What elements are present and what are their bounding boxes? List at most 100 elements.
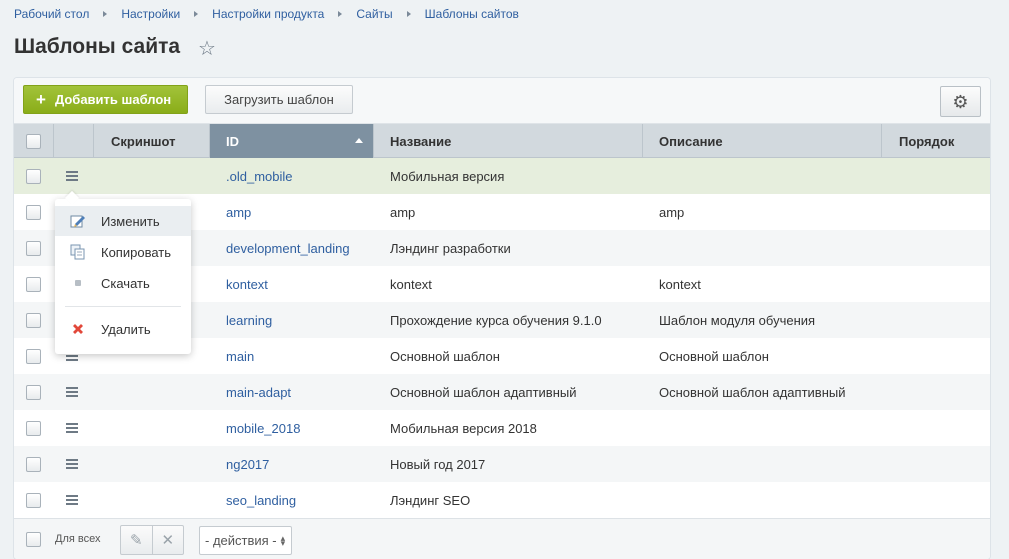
breadcrumb-settings[interactable]: Настройки bbox=[121, 7, 180, 21]
close-icon[interactable]: ✕ bbox=[153, 526, 184, 554]
table-footer: Для всех ✎ ✕ - действия - ▴ ▾ bbox=[14, 518, 990, 559]
hamburger-menu-icon[interactable] bbox=[66, 171, 78, 181]
row-checkbox[interactable] bbox=[26, 312, 41, 328]
gear-icon: ⚙ bbox=[952, 91, 969, 112]
row-checkbox-cell bbox=[26, 266, 41, 302]
row-name: kontext bbox=[390, 276, 432, 292]
row-checkbox-cell bbox=[26, 158, 41, 194]
edit-icon bbox=[55, 214, 101, 228]
menu-item-download-label: Скачать bbox=[101, 275, 150, 291]
header-name[interactable]: Название bbox=[374, 124, 643, 158]
header-checkbox-cell bbox=[14, 124, 54, 158]
header-screenshot[interactable]: Скриншот bbox=[94, 124, 210, 158]
menu-item-download[interactable]: Скачать bbox=[55, 268, 191, 298]
breadcrumb: Рабочий стол Настройки Настройки продукт… bbox=[14, 7, 519, 21]
for-all-checkbox[interactable] bbox=[26, 532, 41, 547]
row-description: Шаблон модуля обучения bbox=[659, 312, 816, 328]
row-context-menu: Изменить Копировать Скачать Удалить bbox=[55, 199, 191, 354]
row-checkbox-cell bbox=[26, 338, 41, 374]
star-icon[interactable]: ☆ bbox=[198, 38, 216, 60]
table-row[interactable]: ng2017 Новый год 2017 bbox=[14, 446, 990, 482]
table-row[interactable]: main-adapt Основной шаблон адаптивный Осно… bbox=[14, 374, 990, 410]
header-id[interactable]: ID bbox=[210, 124, 374, 158]
row-checkbox-cell bbox=[26, 302, 41, 338]
hamburger-menu-icon[interactable] bbox=[66, 459, 78, 469]
row-checkbox[interactable] bbox=[26, 240, 41, 256]
table-row[interactable]: .old_mobile Мобильная версия bbox=[14, 158, 990, 194]
hamburger-menu-icon[interactable] bbox=[66, 387, 78, 397]
row-id[interactable]: development_landing bbox=[226, 230, 350, 266]
group-edit-buttons: ✎ ✕ bbox=[120, 525, 184, 555]
select-arrows-icon: ▴ ▾ bbox=[280, 532, 286, 548]
menu-item-delete[interactable]: Удалить bbox=[55, 314, 191, 344]
row-name: Новый год 2017 bbox=[390, 456, 486, 472]
page-title: Шаблоны сайта bbox=[14, 35, 181, 58]
row-actions-cell bbox=[66, 158, 78, 194]
row-checkbox[interactable] bbox=[26, 276, 41, 292]
row-actions-cell bbox=[66, 446, 78, 482]
row-id[interactable]: main bbox=[226, 338, 254, 374]
breadcrumb-separator-icon bbox=[103, 11, 108, 17]
row-name: Прохождение курса обучения 9.1.0 bbox=[390, 312, 602, 328]
row-id[interactable]: ng2017 bbox=[226, 446, 269, 482]
toolbar: + Добавить шаблон Загрузить шаблон ⚙ bbox=[14, 78, 990, 124]
row-id[interactable]: seo_landing bbox=[226, 482, 296, 518]
plus-icon: + bbox=[36, 90, 46, 109]
breadcrumb-separator-icon bbox=[338, 11, 343, 17]
breadcrumb-site-templates[interactable]: Шаблоны сайтов bbox=[425, 7, 519, 21]
row-id[interactable]: mobile_2018 bbox=[226, 410, 300, 446]
breadcrumb-product-settings[interactable]: Настройки продукта bbox=[212, 7, 324, 21]
row-checkbox[interactable] bbox=[26, 492, 41, 508]
row-id[interactable]: learning bbox=[226, 302, 272, 338]
copy-icon bbox=[55, 244, 101, 260]
menu-item-copy[interactable]: Копировать bbox=[55, 237, 191, 267]
table-header: Скриншот ID Название Описание Порядок bbox=[14, 124, 990, 158]
menu-item-edit[interactable]: Изменить bbox=[55, 206, 191, 236]
menu-item-copy-label: Копировать bbox=[101, 244, 171, 260]
row-checkbox[interactable] bbox=[26, 384, 41, 400]
hamburger-menu-icon[interactable] bbox=[66, 495, 78, 505]
header-id-label: ID bbox=[226, 133, 239, 149]
row-checkbox[interactable] bbox=[26, 348, 41, 364]
delete-icon bbox=[55, 322, 101, 336]
actions-select[interactable]: - действия - ▴ ▾ bbox=[199, 526, 292, 555]
bullet-icon bbox=[55, 279, 101, 287]
row-name: Основной шаблон адаптивный bbox=[390, 384, 577, 400]
row-checkbox[interactable] bbox=[26, 456, 41, 472]
breadcrumb-separator-icon bbox=[406, 11, 411, 17]
row-id[interactable]: amp bbox=[226, 194, 251, 230]
select-all-checkbox[interactable] bbox=[26, 133, 41, 149]
add-template-button[interactable]: + Добавить шаблон bbox=[23, 85, 188, 114]
row-id[interactable]: .old_mobile bbox=[226, 158, 293, 194]
row-id[interactable]: main-adapt bbox=[226, 374, 291, 410]
pencil-icon[interactable]: ✎ bbox=[121, 526, 153, 554]
row-description: kontext bbox=[659, 276, 701, 292]
breadcrumb-separator-icon bbox=[194, 11, 199, 17]
row-actions-cell bbox=[66, 410, 78, 446]
header-order[interactable]: Порядок bbox=[882, 124, 990, 158]
row-name: Мобильная версия bbox=[390, 168, 505, 184]
row-name: Лэндинг разработки bbox=[390, 240, 511, 256]
menu-item-edit-label: Изменить bbox=[101, 213, 160, 229]
hamburger-menu-icon[interactable] bbox=[66, 423, 78, 433]
row-checkbox[interactable] bbox=[26, 168, 41, 184]
row-checkbox[interactable] bbox=[26, 204, 41, 220]
breadcrumb-desktop[interactable]: Рабочий стол bbox=[14, 7, 89, 21]
menu-item-delete-label: Удалить bbox=[101, 321, 151, 337]
row-description: Основной шаблон адаптивный bbox=[659, 384, 846, 400]
row-checkbox[interactable] bbox=[26, 420, 41, 436]
upload-template-button[interactable]: Загрузить шаблон bbox=[205, 85, 353, 114]
grid-settings-button[interactable]: ⚙ bbox=[940, 86, 981, 117]
add-template-label: Добавить шаблон bbox=[54, 92, 172, 107]
row-actions-cell bbox=[66, 482, 78, 518]
row-checkbox-cell bbox=[26, 482, 41, 518]
breadcrumb-sites[interactable]: Сайты bbox=[356, 7, 392, 21]
row-checkbox-cell bbox=[26, 410, 41, 446]
row-checkbox-cell bbox=[26, 194, 41, 230]
header-description[interactable]: Описание bbox=[643, 124, 882, 158]
row-id[interactable]: kontext bbox=[226, 266, 268, 302]
actions-select-value: - действия - bbox=[205, 533, 277, 548]
table-row[interactable]: seo_landing Лэндинг SEO bbox=[14, 482, 990, 518]
table-row[interactable]: mobile_2018 Мобильная версия 2018 bbox=[14, 410, 990, 446]
header-actions-cell bbox=[54, 124, 94, 158]
